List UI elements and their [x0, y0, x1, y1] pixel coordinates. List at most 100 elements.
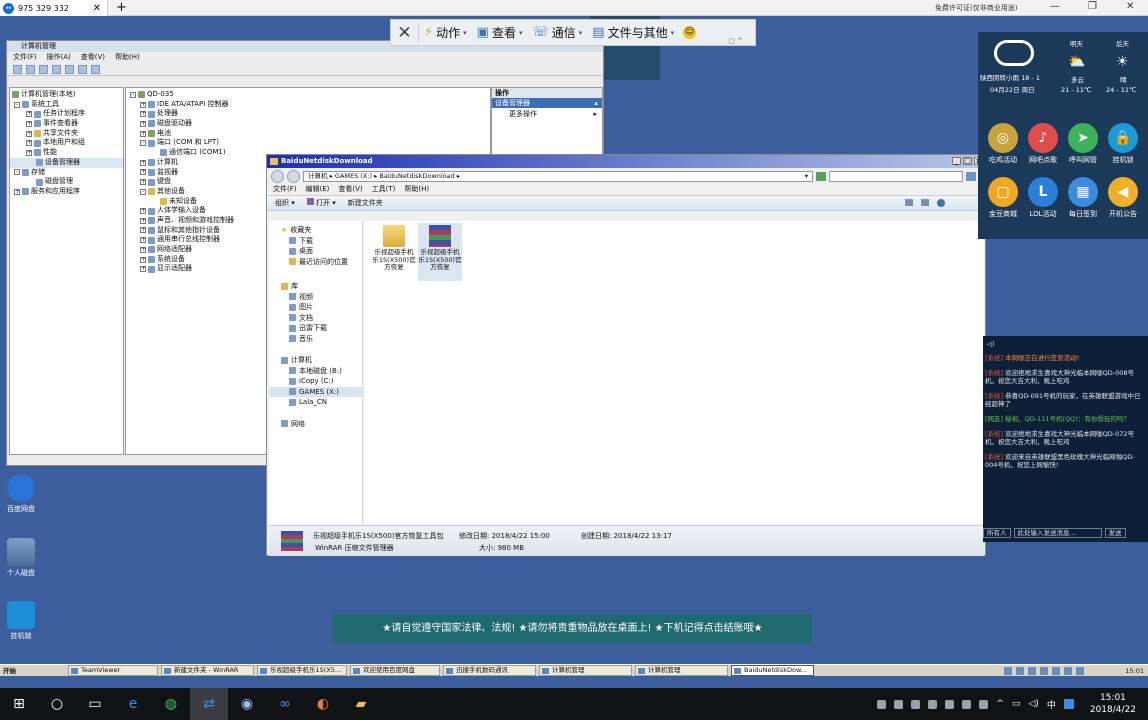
close-tab-icon[interactable]: ✕ [93, 3, 101, 14]
app-mall[interactable]: ▢ 金豆商城 [982, 177, 1024, 219]
organize-button[interactable]: 组织 ▾ [275, 198, 295, 208]
nav-drive[interactable]: 本地磁盘 (B:) [269, 366, 362, 377]
nav-computer[interactable]: 计算机 [269, 355, 362, 366]
nav-item[interactable]: 视频 [269, 292, 362, 303]
app-song-request[interactable]: ♪ 网吧点歌 [1022, 123, 1064, 165]
tree-item[interactable]: + 事件查看器 [10, 119, 123, 129]
breadcrumb-drive[interactable]: GAMES (X:) [335, 172, 372, 180]
chevron-up-icon[interactable]: ^ [996, 699, 1004, 709]
taskbar-item-active[interactable]: BaiduNetdiskDow... [731, 665, 814, 676]
taskbar-item[interactable]: 迅捷手机数码通讯 [443, 665, 536, 676]
teamviewer-icon[interactable]: ⇄ [190, 688, 228, 720]
nav-item[interactable]: 音乐 [269, 334, 362, 345]
wechat-icon[interactable]: ◍ [152, 688, 190, 720]
properties-icon[interactable] [65, 64, 74, 74]
cortana-icon[interactable]: ○ [38, 688, 76, 720]
tray-icon[interactable] [1028, 666, 1036, 675]
show-tree-icon[interactable] [52, 64, 61, 74]
chat-input[interactable]: 此处输入发送消息... [1013, 528, 1102, 538]
task-view-icon[interactable]: ▭ [76, 688, 114, 720]
menu-view[interactable]: 查看(V) [338, 184, 362, 195]
file-item-archive[interactable]: 乐视超级手机乐1S(X500)官方恢复 [418, 223, 462, 281]
tray-icon[interactable] [962, 699, 972, 709]
menu-view[interactable]: 查看(V) [81, 52, 105, 63]
search-input[interactable] [829, 170, 963, 182]
maximize-icon[interactable]: □ [963, 157, 972, 165]
app-chicken-event[interactable]: ◎ 吃鸡活动 [982, 123, 1024, 165]
tree-item[interactable]: + 任务计划程序 [10, 109, 123, 119]
tray-icon[interactable] [1076, 666, 1084, 675]
actions-selected[interactable]: 设备管理器 ▴ [492, 98, 602, 108]
back-icon[interactable] [271, 169, 284, 183]
new-folder-button[interactable]: 新建文件夹 [348, 198, 383, 208]
taskbar-item[interactable]: TeamViewer [68, 665, 158, 676]
view-menu[interactable]: ▣ 查看 ▾ [472, 24, 528, 41]
app-checkin[interactable]: ▦ 每日签到 [1062, 177, 1104, 219]
taskbar-item[interactable]: 计算机管理 [539, 665, 632, 676]
search-icon[interactable] [966, 171, 976, 181]
menu-help[interactable]: 帮助(H) [115, 52, 140, 63]
desktop-icon-personal-disk[interactable]: 个人磁盘 [1, 538, 41, 578]
communicate-menu[interactable]: ☏ 通信 ▾ [528, 24, 588, 41]
files-menu[interactable]: ▤ 文件与其他 ▾ [587, 24, 679, 41]
restore-icon[interactable]: ❐ [1088, 1, 1097, 12]
tree-item[interactable]: + 本地用户和组 [10, 138, 123, 148]
minimize-icon[interactable]: _ [952, 157, 961, 165]
close-session-icon[interactable]: ✕ [391, 22, 419, 43]
forward-icon[interactable] [26, 64, 35, 74]
app-lol-event[interactable]: L LOL活动 [1022, 177, 1064, 219]
view-options-icon[interactable] [905, 199, 913, 206]
menu-edit[interactable]: 编辑(E) [306, 184, 330, 195]
breadcrumb-folder[interactable]: BaiduNetdiskDownload [379, 172, 454, 180]
action-center-icon[interactable] [1063, 699, 1074, 709]
app-announcement[interactable]: ◀ 开机公告 [1102, 177, 1144, 219]
tray-icon[interactable] [1004, 666, 1012, 675]
preview-pane-icon[interactable] [921, 199, 929, 206]
open-button[interactable]: 打开 ▾ [306, 198, 336, 208]
tree-item[interactable]: + 共享文件夹 [10, 129, 123, 139]
nav-drive[interactable]: Lala_CN [269, 397, 362, 408]
actions-menu[interactable]: ⚡ 动作 ▾ [419, 24, 472, 41]
tray-icon[interactable] [979, 699, 989, 709]
desktop-icon-baidu-netdisk[interactable]: 百度网盘 [1, 474, 41, 514]
device-category[interactable]: + 电池 [126, 129, 490, 139]
recipient-select[interactable]: 所有人 [983, 528, 1011, 538]
tree-item[interactable]: 磁盘管理 [10, 177, 123, 187]
tree-item[interactable]: - 存储 [10, 168, 123, 178]
file-item-folder[interactable]: 乐视超级手机乐1S(X500)官方恢复 [372, 225, 416, 272]
network-icon[interactable]: ▭ [1012, 699, 1021, 709]
app-call-admin[interactable]: ➤ 呼叫网管 [1062, 123, 1104, 165]
menu-help[interactable]: 帮助(H) [404, 184, 429, 195]
firefox-icon[interactable]: ◐ [304, 688, 342, 720]
device-category[interactable]: + 处理器 [126, 109, 490, 119]
scan-icon[interactable] [91, 64, 100, 74]
nav-item[interactable]: 图片 [269, 302, 362, 313]
menu-file[interactable]: 文件(F) [13, 52, 37, 63]
tree-item[interactable]: + 服务和应用程序 [10, 187, 123, 197]
nav-drive[interactable]: iCopy (C:) [269, 376, 362, 387]
tray-icon[interactable] [945, 699, 955, 709]
tray-icon[interactable] [928, 699, 938, 709]
windows-start-icon[interactable]: ⊞ [0, 688, 38, 720]
refresh-icon[interactable] [816, 171, 826, 181]
close-window-icon[interactable]: ✕ [1126, 1, 1134, 12]
device-category[interactable]: - 端口 (COM 和 LPT) [126, 138, 490, 148]
tree-item-selected[interactable]: 设备管理器 [10, 157, 123, 168]
tree-item[interactable]: + 性能 [10, 148, 123, 158]
address-bar[interactable]: 计算机 ▸ GAMES (X:) ▸ BaiduNetdiskDownload … [303, 170, 813, 182]
baidu-netdisk-icon[interactable]: ∞ [266, 688, 304, 720]
browser-icon[interactable]: ◉ [228, 688, 266, 720]
back-icon[interactable] [13, 64, 22, 74]
taskbar-item[interactable]: 新建文件夹 - WinRAR [161, 665, 254, 676]
breadcrumb-computer[interactable]: 计算机 [308, 172, 328, 180]
help-icon[interactable] [78, 64, 87, 74]
menu-action[interactable]: 操作(A) [47, 52, 71, 63]
device-root[interactable]: - QD-035 [126, 90, 490, 100]
tree-item[interactable]: 计算机管理(本地) [10, 90, 123, 100]
tray-icon[interactable] [911, 699, 921, 709]
nav-libraries[interactable]: 库 [269, 281, 362, 292]
tray-icon[interactable] [1052, 666, 1060, 675]
nav-network[interactable]: 网络 [269, 419, 362, 430]
menu-file[interactable]: 文件(F) [273, 184, 297, 195]
session-tab[interactable]: ↔ 975 329 332 ✕ [0, 0, 108, 16]
